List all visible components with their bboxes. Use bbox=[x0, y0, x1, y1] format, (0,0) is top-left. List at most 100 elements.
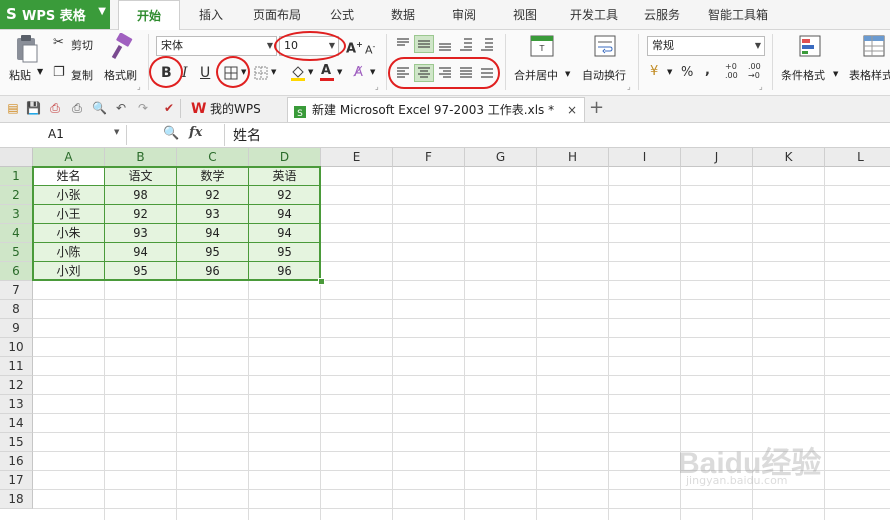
conditional-format-icon[interactable] bbox=[798, 34, 822, 58]
column-header-F[interactable]: F bbox=[393, 148, 465, 167]
tab-3[interactable]: 公式 bbox=[317, 0, 367, 29]
chevron-down-icon[interactable]: ▼ bbox=[667, 68, 672, 76]
row-header-1[interactable]: 1 bbox=[0, 167, 33, 186]
tab-0[interactable]: 开始 bbox=[118, 0, 180, 31]
row-header-8[interactable]: 8 bbox=[0, 300, 33, 319]
row-header-6[interactable]: 6 bbox=[0, 262, 33, 281]
row-header-14[interactable]: 14 bbox=[0, 414, 33, 433]
column-header-I[interactable]: I bbox=[609, 148, 681, 167]
app-menu-button[interactable]: S WPS 表格 ▼ bbox=[0, 0, 110, 29]
customize-toolbar-icon[interactable]: ✔ bbox=[162, 101, 176, 115]
tab-6[interactable]: 视图 bbox=[497, 0, 553, 29]
font-color-icon[interactable]: A bbox=[320, 63, 334, 83]
decrease-decimal-icon[interactable]: .00 →0 bbox=[748, 62, 761, 80]
folder-icon[interactable]: ▤ bbox=[6, 101, 20, 115]
column-header-B[interactable]: B bbox=[105, 148, 177, 167]
format-painter-button[interactable]: 格式刷 bbox=[104, 67, 137, 83]
row-header-3[interactable]: 3 bbox=[0, 205, 33, 224]
row-header-2[interactable]: 2 bbox=[0, 186, 33, 205]
column-header-K[interactable]: K bbox=[753, 148, 825, 167]
row-header-10[interactable]: 10 bbox=[0, 338, 33, 357]
print-icon[interactable]: ⎙ bbox=[70, 101, 84, 115]
column-header-L[interactable]: L bbox=[825, 148, 890, 167]
row-header-5[interactable]: 5 bbox=[0, 243, 33, 262]
align-top-icon[interactable] bbox=[394, 36, 412, 52]
row-header-16[interactable]: 16 bbox=[0, 452, 33, 471]
row-header-13[interactable]: 13 bbox=[0, 395, 33, 414]
row-header-4[interactable]: 4 bbox=[0, 224, 33, 243]
merge-center-button[interactable]: 合并居中 bbox=[514, 67, 558, 83]
row-header-18[interactable]: 18 bbox=[0, 490, 33, 509]
percent-button[interactable]: % bbox=[681, 65, 693, 81]
close-icon[interactable]: × bbox=[567, 98, 577, 122]
grow-font-icon[interactable]: A+ bbox=[346, 37, 363, 57]
merge-center-icon[interactable]: T bbox=[530, 34, 554, 58]
export-pdf-icon[interactable]: ⎙ bbox=[48, 101, 62, 115]
tab-2[interactable]: 页面布局 bbox=[244, 0, 310, 29]
column-header-E[interactable]: E bbox=[321, 148, 393, 167]
chevron-down-icon[interactable]: ▼ bbox=[308, 68, 313, 76]
chevron-down-icon[interactable]: ▼ bbox=[337, 68, 342, 76]
wrap-text-button[interactable]: 自动换行 bbox=[582, 67, 626, 83]
dialog-launcher-icon[interactable]: ⌟ bbox=[759, 82, 763, 91]
row-header-15[interactable]: 15 bbox=[0, 433, 33, 452]
copy-icon[interactable]: ❐ bbox=[53, 65, 65, 81]
align-middle-icon[interactable] bbox=[414, 35, 434, 53]
new-tab-icon[interactable]: + bbox=[589, 97, 604, 119]
save-icon[interactable]: 💾 bbox=[26, 101, 41, 115]
format-painter-icon[interactable] bbox=[109, 32, 135, 61]
column-header-D[interactable]: D bbox=[249, 148, 321, 167]
chevron-down-icon[interactable]: ▼ bbox=[37, 67, 43, 76]
conditional-format-button[interactable]: 条件格式 bbox=[781, 67, 825, 83]
dialog-launcher-icon[interactable]: ⌟ bbox=[137, 82, 141, 91]
italic-button[interactable]: I bbox=[182, 65, 188, 81]
indent-increase-icon[interactable] bbox=[478, 36, 496, 52]
row-header-9[interactable]: 9 bbox=[0, 319, 33, 338]
row-header-11[interactable]: 11 bbox=[0, 357, 33, 376]
tab-1[interactable]: 插入 bbox=[184, 0, 238, 29]
undo-icon[interactable]: ↶ bbox=[114, 101, 128, 115]
chevron-down-icon[interactable]: ▼ bbox=[565, 70, 570, 78]
redo-icon[interactable]: ↷ bbox=[136, 101, 150, 115]
paste-button[interactable]: 粘贴 bbox=[9, 67, 31, 83]
merge-border-icon[interactable] bbox=[254, 66, 268, 80]
increase-decimal-icon[interactable]: +0.00 bbox=[725, 62, 738, 80]
dialog-launcher-icon[interactable]: ⌟ bbox=[375, 82, 379, 91]
scissors-icon[interactable]: ✂ bbox=[53, 35, 64, 51]
zoom-formula-icon[interactable]: 🔍 bbox=[163, 126, 179, 141]
clear-format-icon[interactable]: A̸ bbox=[354, 65, 363, 81]
print-preview-icon[interactable]: 🔍 bbox=[92, 101, 107, 115]
row-header-17[interactable]: 17 bbox=[0, 471, 33, 490]
tab-5[interactable]: 审阅 bbox=[438, 0, 490, 29]
fx-button[interactable]: fx bbox=[189, 125, 202, 140]
chevron-down-icon[interactable]: ▼ bbox=[271, 68, 276, 76]
table-style-button[interactable]: 表格样式 bbox=[849, 67, 890, 83]
row-header-7[interactable]: 7 bbox=[0, 281, 33, 300]
tab-4[interactable]: 数据 bbox=[376, 0, 430, 29]
tab-9[interactable]: 智能工具箱 bbox=[698, 0, 778, 29]
column-header-G[interactable]: G bbox=[465, 148, 537, 167]
copy-button[interactable]: 复制 bbox=[71, 67, 93, 83]
select-all-corner[interactable] bbox=[0, 148, 33, 167]
comma-button[interactable]: , bbox=[705, 63, 710, 79]
row-header-12[interactable]: 12 bbox=[0, 376, 33, 395]
fill-handle[interactable] bbox=[318, 278, 325, 285]
spreadsheet-grid[interactable]: ABCDEFGHIJKL 1 2 3 4 5 6 7 8 9 10 11 12 13 14 15 16 17 18… bbox=[0, 148, 890, 520]
tab-my-wps[interactable]: W 我的WPS bbox=[185, 97, 285, 121]
column-header-C[interactable]: C bbox=[177, 148, 249, 167]
chevron-down-icon[interactable]: ▼ bbox=[833, 70, 838, 78]
font-name-select[interactable]: 宋体 ▼ bbox=[156, 36, 277, 56]
tab-7[interactable]: 开发工具 bbox=[562, 0, 626, 29]
currency-icon[interactable]: ¥ bbox=[650, 64, 658, 80]
indent-decrease-icon[interactable] bbox=[457, 36, 475, 52]
tab-document[interactable]: S 新建 Microsoft Excel 97-2003 工作表.xls * × bbox=[287, 97, 585, 122]
dialog-launcher-icon[interactable]: ⌟ bbox=[627, 82, 631, 91]
align-bottom-icon[interactable] bbox=[436, 36, 454, 52]
paste-icon[interactable] bbox=[12, 34, 40, 64]
fill-color-icon[interactable] bbox=[290, 64, 306, 82]
column-header-J[interactable]: J bbox=[681, 148, 753, 167]
tab-8[interactable]: 云服务 bbox=[634, 0, 690, 29]
shrink-font-icon[interactable]: A- bbox=[365, 39, 375, 59]
chevron-down-icon[interactable]: ▼ bbox=[370, 68, 375, 76]
wrap-text-icon[interactable] bbox=[593, 34, 617, 58]
